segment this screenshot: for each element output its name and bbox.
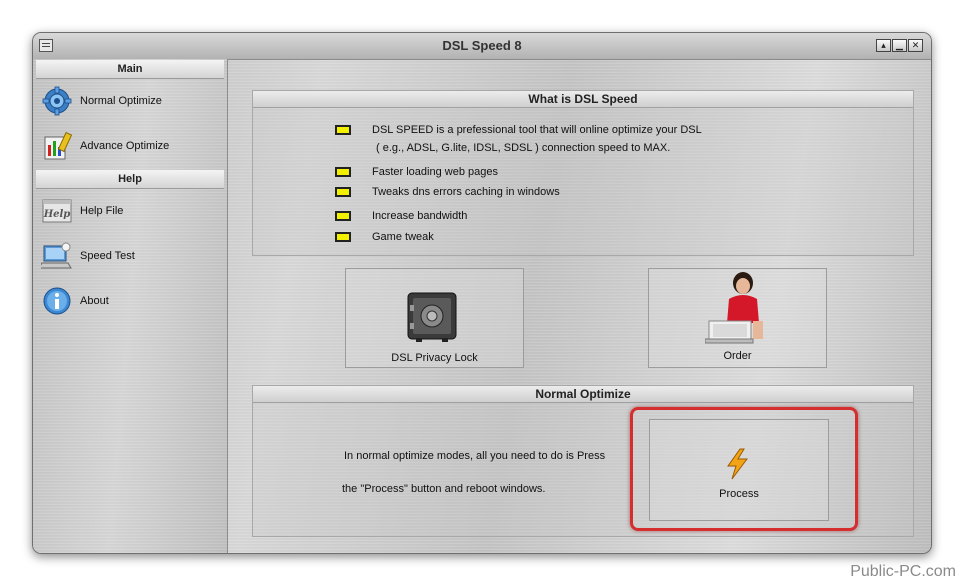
app-window: DSL Speed 8 ▴ ▁ ✕ Main Normal Optimize A… xyxy=(32,32,932,554)
tools-icon xyxy=(41,130,73,162)
normal-optimize-description: In normal optimize modes, all you need t… xyxy=(344,450,606,462)
help-book-icon: Help xyxy=(41,195,73,227)
bullet-icon xyxy=(335,211,351,221)
sidebar-item-label: About xyxy=(80,295,109,307)
minimize-button[interactable]: ▁ xyxy=(892,39,907,52)
normal-optimize-header: Normal Optimize xyxy=(253,386,913,403)
close-button[interactable]: ✕ xyxy=(908,39,923,52)
sidebar-help-header: Help xyxy=(36,170,224,189)
feature-text: Faster loading web pages xyxy=(372,166,498,178)
normal-optimize-description-continued: the "Process" button and reboot windows. xyxy=(342,483,546,495)
info-icon xyxy=(41,285,73,317)
privacy-lock-button[interactable]: DSL Privacy Lock xyxy=(345,268,524,368)
gear-icon xyxy=(41,85,73,117)
order-button[interactable]: Order xyxy=(648,268,827,368)
bullet-icon xyxy=(335,187,351,197)
window-title: DSL Speed 8 xyxy=(442,38,522,53)
privacy-lock-label: DSL Privacy Lock xyxy=(391,352,478,364)
feature-item: Faster loading web pages xyxy=(335,164,498,180)
sidebar-item-label: Help File xyxy=(80,205,124,217)
feature-item: Game tweak xyxy=(335,229,434,245)
bullet-icon xyxy=(335,232,351,242)
restore-button[interactable]: ▴ xyxy=(876,39,891,52)
feature-text: Game tweak xyxy=(372,231,434,243)
sidebar-item-normal-optimize[interactable]: Normal Optimize xyxy=(41,83,221,119)
sidebar-item-label: Advance Optimize xyxy=(80,140,170,152)
highlight-box xyxy=(630,407,858,531)
title-bar[interactable]: DSL Speed 8 ▴ ▁ ✕ xyxy=(33,33,931,60)
sidebar: Main Normal Optimize Advance Optimize He… xyxy=(33,59,228,553)
sidebar-item-label: Normal Optimize xyxy=(80,95,162,107)
feature-item: DSL SPEED is a prefessional tool that wi… xyxy=(335,122,702,138)
bullet-icon xyxy=(335,167,351,177)
what-is-header: What is DSL Speed xyxy=(253,91,913,108)
sidebar-main-header: Main xyxy=(36,60,224,79)
feature-text: Increase bandwidth xyxy=(372,210,468,222)
sidebar-item-advance-optimize[interactable]: Advance Optimize xyxy=(41,128,221,164)
feature-text: DSL SPEED is a prefessional tool that wi… xyxy=(372,124,702,136)
person-laptop-icon xyxy=(704,271,771,352)
what-is-panel: What is DSL Speed DSL SPEED is a prefess… xyxy=(252,90,914,256)
svg-text:Help: Help xyxy=(43,209,71,220)
sidebar-item-speed-test[interactable]: Speed Test xyxy=(41,238,221,274)
safe-icon xyxy=(406,291,458,348)
speed-test-icon xyxy=(41,240,73,272)
sidebar-item-label: Speed Test xyxy=(80,250,135,262)
feature-item: Tweaks dns errors caching in windows xyxy=(335,184,560,200)
order-label: Order xyxy=(723,350,752,362)
watermark: Public-PC.com xyxy=(850,563,956,580)
feature-item: Increase bandwidth xyxy=(335,208,467,224)
sidebar-item-help-file[interactable]: Help Help File xyxy=(41,193,221,229)
feature-text-continued: ( e.g., ADSL, G.lite, IDSL, SDSL ) conne… xyxy=(376,142,671,154)
bullet-icon xyxy=(335,125,351,135)
feature-text: Tweaks dns errors caching in windows xyxy=(372,186,560,198)
sidebar-item-about[interactable]: About xyxy=(41,283,221,319)
